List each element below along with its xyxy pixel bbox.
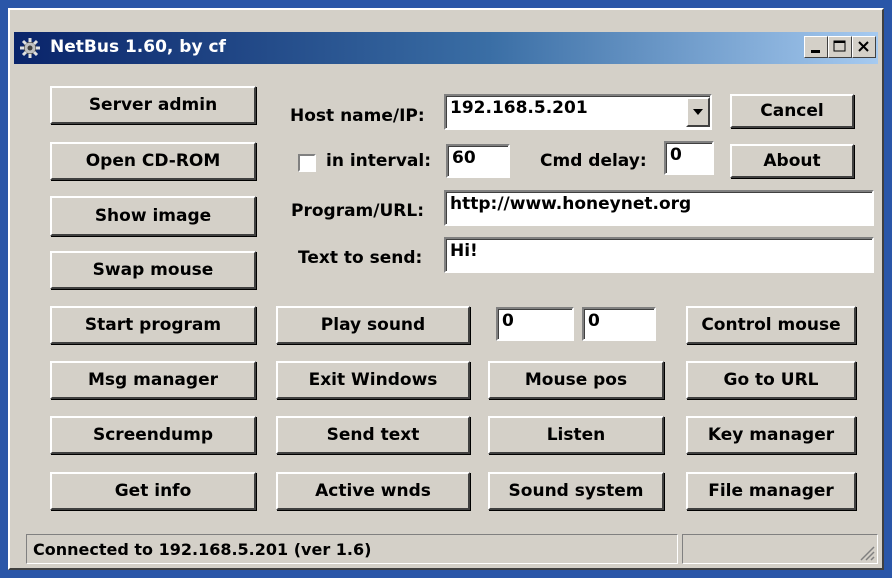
interval-input[interactable]: 60 — [446, 144, 510, 178]
screendump-button[interactable]: Screendump — [50, 416, 256, 454]
show-image-button[interactable]: Show image — [50, 196, 256, 236]
interval-checkbox[interactable] — [298, 154, 316, 172]
file-manager-button[interactable]: File manager — [686, 472, 856, 510]
mouse-pos-button[interactable]: Mouse pos — [488, 361, 664, 399]
window-title: NetBus 1.60, by cf — [50, 37, 226, 57]
swap-mouse-button[interactable]: Swap mouse — [50, 251, 256, 289]
status-bar: Connected to 192.168.5.201 (ver 1.6) — [26, 534, 678, 564]
listen-button[interactable]: Listen — [488, 416, 664, 454]
interval-label: in interval: — [326, 151, 431, 171]
host-dropdown-button[interactable] — [686, 97, 710, 127]
program-url-input[interactable]: http://www.honeynet.org — [444, 190, 874, 226]
status-panel — [682, 534, 878, 564]
program-url-label: Program/URL: — [291, 201, 424, 221]
close-icon — [858, 41, 869, 52]
get-info-button[interactable]: Get info — [50, 472, 256, 510]
open-cdrom-button[interactable]: Open CD-ROM — [50, 142, 256, 180]
cmd-delay-label: Cmd delay: — [540, 151, 647, 171]
go-to-url-button[interactable]: Go to URL — [686, 361, 856, 399]
mouse-x-input[interactable]: 0 — [496, 307, 574, 341]
title-bar[interactable]: NetBus 1.60, by cf — [14, 32, 878, 64]
server-admin-button[interactable]: Server admin — [50, 86, 256, 124]
text-to-send-label: Text to send: — [298, 248, 423, 268]
start-program-button[interactable]: Start program — [50, 306, 256, 344]
text-to-send-input[interactable]: Hi! — [444, 237, 874, 273]
exit-windows-button[interactable]: Exit Windows — [276, 361, 470, 399]
minimize-icon — [811, 50, 820, 53]
close-button[interactable] — [852, 36, 876, 58]
chevron-down-icon — [693, 109, 703, 115]
sound-system-button[interactable]: Sound system — [488, 472, 664, 510]
minimize-button[interactable] — [804, 36, 828, 58]
key-manager-button[interactable]: Key manager — [686, 416, 856, 454]
maximize-icon — [833, 40, 846, 52]
mouse-y-input[interactable]: 0 — [582, 307, 656, 341]
msg-manager-button[interactable]: Msg manager — [50, 361, 256, 399]
about-button[interactable]: About — [730, 144, 854, 178]
host-label: Host name/IP: — [290, 106, 425, 126]
resize-grip-icon[interactable] — [859, 545, 875, 561]
cancel-button[interactable]: Cancel — [730, 94, 854, 128]
control-mouse-button[interactable]: Control mouse — [686, 306, 856, 344]
active-wnds-button[interactable]: Active wnds — [276, 472, 470, 510]
cmd-delay-input[interactable]: 0 — [664, 141, 714, 175]
status-text: Connected to 192.168.5.201 (ver 1.6) — [33, 540, 372, 559]
host-input[interactable]: 192.168.5.201 — [444, 94, 712, 130]
maximize-button[interactable] — [828, 36, 852, 58]
send-text-button[interactable]: Send text — [276, 416, 470, 454]
gear-icon — [20, 38, 40, 58]
play-sound-button[interactable]: Play sound — [276, 306, 470, 344]
